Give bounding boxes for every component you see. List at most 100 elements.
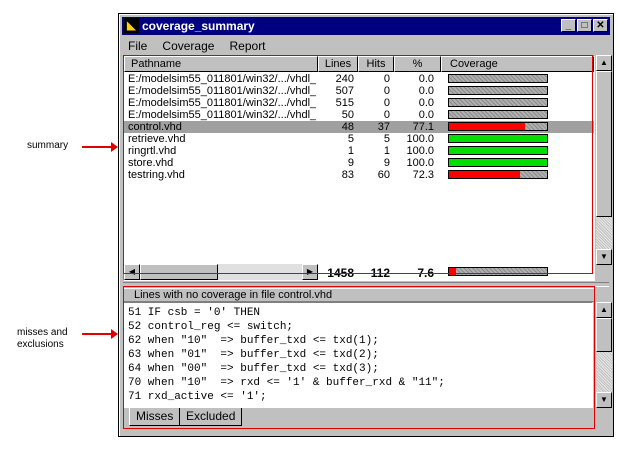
horizontal-scrollbar[interactable]: ◀ ▶ [124,264,318,280]
row-lines: 83 [341,169,354,181]
row-coverage-bar [448,134,548,143]
summary-scroll-thumb[interactable] [596,71,612,217]
tab-excluded[interactable]: Excluded [179,408,243,426]
total-coverage-bar [448,267,548,276]
close-button[interactable]: ✕ [593,19,608,32]
row-lines: 48 [341,121,354,133]
row-coverage-bar [448,74,548,83]
row-pathname: E:/modelsim55_011801/win32/.../vhdl_ [128,73,316,85]
column-header-coverage[interactable]: Coverage [441,56,594,72]
row-lines: 1 [347,145,354,157]
summary-scroll-up-button[interactable]: ▲ [596,55,612,71]
row-coverage-fill [449,123,525,130]
menu-bar: File Coverage Report [122,36,610,54]
menu-coverage[interactable]: Coverage [156,36,220,53]
code-line: 62 when "10" => buffer_txd <= txd(1); [128,335,379,347]
row-hits: 9 [383,157,390,169]
row-pathname: testring.vhd [128,169,185,181]
window-title: coverage_summary [142,19,255,33]
title-bar[interactable]: ◣ coverage_summary _ □ ✕ [122,17,610,35]
tab-misses[interactable]: Misses [129,408,181,426]
table-row[interactable]: E:/modelsim55_011801/win32/.../vhdl_ 50 0 0… [124,109,594,121]
row-coverage-bar [448,110,548,119]
row-pathname: E:/modelsim55_011801/win32/.../vhdl_ [128,85,316,97]
row-pathname: retrieve.vhd [128,133,186,145]
row-pathname: control.vhd [128,121,182,133]
summary-vertical-scrollbar[interactable]: ▲ ▼ [596,55,612,265]
summary-table: Pathname Lines Hits % Coverage E:/models… [123,55,595,281]
horizontal-scroll-thumb[interactable] [140,264,218,280]
row-pathname: ringrtl.vhd [128,145,177,157]
misses-vertical-scrollbar[interactable]: ▲ ▼ [596,302,612,408]
row-percent: 0.0 [418,109,434,121]
misses-scroll-thumb[interactable] [596,318,612,352]
row-pathname: store.vhd [128,157,174,169]
row-percent: 0.0 [418,73,434,85]
row-percent: 0.0 [418,85,434,97]
column-header-percent[interactable]: % [394,56,441,72]
minimize-button[interactable]: _ [561,19,576,32]
summary-annotation: summary [27,140,69,151]
summary-arrow [82,142,118,152]
pane-splitter[interactable] [123,282,609,287]
table-row[interactable]: testring.vhd 83 60 72.3 [124,169,594,181]
summary-scroll-down-button[interactable]: ▼ [596,249,612,265]
row-coverage-bar [448,170,548,179]
table-row[interactable]: ringrtl.vhd 1 1 100.0 [124,145,594,157]
row-pathname: E:/modelsim55_011801/win32/.../vhdl_ [128,109,316,121]
row-lines: 9 [347,157,354,169]
code-line: 70 when "10" => rxd <= '1' & buffer_rxd … [128,377,445,389]
row-hits: 37 [377,121,390,133]
code-line: 71 rxd_active <= '1'; [128,391,267,403]
row-lines: 515 [335,97,354,109]
row-coverage-fill [449,135,547,142]
table-row[interactable]: store.vhd 9 9 100.0 [124,157,594,169]
misses-scroll-up-button[interactable]: ▲ [596,302,612,318]
misses-scroll-down-button[interactable]: ▼ [596,392,612,408]
row-hits: 1 [383,145,390,157]
row-percent: 100.0 [406,133,434,145]
row-coverage-fill [449,171,520,178]
row-hits: 0 [383,109,390,121]
menu-report[interactable]: Report [224,36,272,53]
row-hits: 0 [383,85,390,97]
maximize-button[interactable]: □ [577,19,592,32]
row-percent: 100.0 [406,157,434,169]
misses-code-view[interactable]: 51 IF csb = '0' THEN 52 control_reg <= sw… [123,302,593,408]
total-lines: 1458 [327,266,354,280]
code-line: 63 when "01" => buffer_txd <= txd(2); [128,349,379,361]
row-percent: 0.0 [418,97,434,109]
row-hits: 0 [383,97,390,109]
total-hits: 112 [370,266,390,280]
row-pathname: E:/modelsim55_011801/win32/.../vhdl_ [128,97,316,109]
misses-header: Lines with no coverage in file control.v… [123,288,595,302]
misses-header-text: Lines with no coverage in file control.v… [134,289,333,301]
menu-file[interactable]: File [122,36,153,53]
row-hits: 60 [377,169,390,181]
row-lines: 507 [335,85,354,97]
row-coverage-bar [448,86,548,95]
row-coverage-bar [448,158,548,167]
row-coverage-bar [448,98,548,107]
code-line: 51 IF csb = '0' THEN [128,307,261,319]
misses-arrow [82,329,118,339]
row-lines: 5 [347,133,354,145]
coverage-summary-window: ◣ coverage_summary _ □ ✕ File Coverage R… [118,13,614,437]
table-row[interactable]: control.vhd 48 37 77.1 [124,121,594,133]
table-row[interactable]: E:/modelsim55_011801/win32/.../vhdl_ 507 0… [124,85,594,97]
scroll-right-button[interactable]: ▶ [302,264,318,280]
table-row[interactable]: E:/modelsim55_011801/win32/.../vhdl_ 515 0… [124,97,594,109]
column-header-lines[interactable]: Lines [318,56,358,72]
scroll-left-button[interactable]: ◀ [124,264,140,280]
code-line: 64 when "00" => buffer_txd <= txd(3); [128,363,379,375]
row-percent: 77.1 [412,121,434,133]
row-percent: 72.3 [412,169,434,181]
code-line: 52 control_reg <= switch; [128,321,294,333]
table-row[interactable]: retrieve.vhd 5 5 100.0 [124,133,594,145]
column-header-hits[interactable]: Hits [358,56,394,72]
table-row[interactable]: E:/modelsim55_011801/win32/.../vhdl_ 240 0… [124,73,594,85]
row-lines: 50 [341,109,354,121]
row-coverage-bar [448,122,548,131]
column-header-pathname[interactable]: Pathname [124,56,318,72]
app-icon: ◣ [124,18,139,33]
